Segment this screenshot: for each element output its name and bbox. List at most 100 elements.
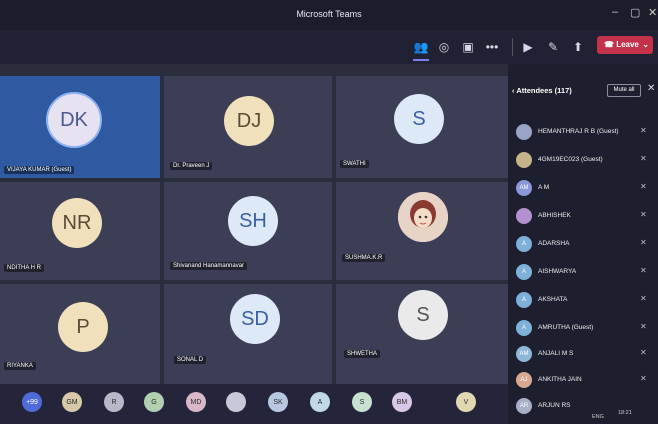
attendee-row[interactable]: ABHISHEK ✕: [516, 208, 658, 226]
participant-chip[interactable]: V: [456, 392, 476, 412]
participant-chip[interactable]: [226, 392, 246, 412]
video-grid: DK VIJAYA KUMAR (Guest) DJ Dr. Praveen J…: [0, 64, 508, 384]
mic-icon[interactable]: ✎: [545, 39, 561, 55]
chat-icon[interactable]: ◎: [436, 39, 452, 55]
mic-muted-icon: ✕: [640, 322, 647, 331]
attendee-name: ANJALI M S: [538, 350, 574, 357]
attendee-avatar: AM: [516, 346, 532, 362]
attendee-row[interactable]: A AISHWARYA ✕: [516, 264, 658, 282]
video-tile[interactable]: S SWATHI: [336, 76, 508, 178]
toolbar-divider: [512, 38, 513, 56]
attendee-row[interactable]: A ADARSHA ✕: [516, 236, 658, 254]
mic-muted-icon: ✕: [640, 266, 647, 275]
avatar-cartoon-icon: [398, 192, 448, 242]
attendee-avatar: A: [516, 292, 532, 308]
share-screen-icon[interactable]: ⬆: [570, 39, 586, 55]
participant-name: SUSHMA.K.R: [342, 254, 386, 262]
attendee-avatar: [516, 208, 532, 224]
mic-muted-icon: ✕: [640, 210, 647, 219]
language-indicator: ENG: [592, 414, 604, 420]
mic-muted-icon: ✕: [640, 182, 647, 191]
camera-icon[interactable]: ▶: [520, 39, 536, 55]
attendee-row[interactable]: 4GM19EC023 (Guest) ✕: [516, 152, 658, 170]
avatar: S: [398, 290, 448, 340]
attendee-name: ANKITHA JAIN: [538, 376, 582, 383]
mic-muted-icon: ✕: [640, 294, 647, 303]
maximize-icon[interactable]: ▢: [630, 6, 640, 19]
attendee-avatar: A: [516, 236, 532, 252]
attendee-name: ADARSHA: [538, 240, 570, 247]
participant-chip[interactable]: BM: [392, 392, 412, 412]
participant-chip[interactable]: S: [352, 392, 372, 412]
participant-chip[interactable]: G: [144, 392, 164, 412]
close-window-icon[interactable]: ✕: [648, 6, 657, 19]
avatar: SD: [230, 294, 280, 344]
attendees-title: Attendees (117): [516, 86, 572, 95]
attendee-name: AISHWARYA: [538, 268, 577, 275]
attendee-row[interactable]: HEMANTHRAJ R B (Guest) ✕: [516, 124, 658, 142]
attendee-row[interactable]: AJ ANKITHA JAIN ✕: [516, 372, 658, 390]
window-title: Microsoft Teams: [296, 9, 362, 19]
attendee-name: A M: [538, 184, 550, 191]
video-tile[interactable]: DJ Dr. Praveen J: [164, 76, 332, 178]
attendee-avatar: A: [516, 264, 532, 280]
phone-icon: ☎: [604, 40, 617, 49]
video-tile[interactable]: SH Shivanand Hanamannavar: [164, 182, 332, 280]
minimize-icon[interactable]: –: [612, 6, 618, 18]
people-icon[interactable]: 👥: [413, 39, 429, 55]
participant-chip[interactable]: SK: [268, 392, 288, 412]
attendee-row[interactable]: AR ARJUN RS: [516, 398, 658, 414]
more-participants-button[interactable]: +99: [22, 392, 42, 412]
video-tile[interactable]: SUSHMA.K.R: [336, 182, 508, 280]
attendee-row[interactable]: AM ANJALI M S ✕: [516, 346, 658, 364]
avatar: DK: [46, 92, 102, 148]
attendee-name: 4GM19EC023 (Guest): [538, 156, 603, 163]
mic-muted-icon: ✕: [640, 348, 647, 357]
attendee-row[interactable]: A AKSHATA ✕: [516, 292, 658, 310]
video-tile[interactable]: NR NDITHA H R: [0, 182, 160, 280]
attendee-name: AKSHATA: [538, 296, 568, 303]
attendee-name: AMRUTHA (Guest): [538, 324, 594, 331]
mic-muted-icon: ✕: [640, 238, 647, 247]
mute-all-button[interactable]: Mute all: [607, 84, 641, 97]
participant-name: VIJAYA KUMAR (Guest): [4, 166, 75, 174]
participant-name: SONAL D: [174, 356, 207, 364]
participant-chip[interactable]: A: [310, 392, 330, 412]
participant-chip[interactable]: GM: [62, 392, 82, 412]
clock: 18:21: [618, 410, 632, 416]
avatar: NR: [52, 198, 102, 248]
attendee-row[interactable]: A AMRUTHA (Guest) ✕: [516, 320, 658, 338]
more-icon[interactable]: •••: [484, 39, 500, 55]
video-tile[interactable]: P RIYANKA: [0, 284, 160, 384]
attendee-avatar: [516, 152, 532, 168]
share-icon[interactable]: ▣: [460, 39, 476, 55]
taskbar: ENG 18:21: [518, 410, 658, 424]
mic-muted-icon: ✕: [640, 126, 647, 135]
attendees-header: ‹ Attendees (117): [512, 86, 572, 95]
video-tile[interactable]: SD SONAL D: [164, 284, 332, 384]
avatar: P: [58, 302, 108, 352]
attendee-name: HEMANTHRAJ R B (Guest): [538, 128, 619, 135]
attendee-avatar: [516, 124, 532, 140]
participant-name: SWATHI: [340, 160, 369, 168]
leave-button[interactable]: ☎ Leave ⌄: [597, 36, 653, 54]
close-panel-icon[interactable]: ✕: [647, 83, 655, 94]
leave-label: Leave: [616, 40, 639, 49]
attendee-row[interactable]: AM A M ✕: [516, 180, 658, 198]
attendee-avatar: A: [516, 320, 532, 336]
chevron-down-icon[interactable]: ⌄: [642, 36, 649, 54]
avatar: S: [394, 94, 444, 144]
avatar: SH: [228, 196, 278, 246]
video-tile[interactable]: DK VIJAYA KUMAR (Guest): [0, 76, 160, 178]
video-tile[interactable]: S SHWETHA: [336, 284, 508, 384]
participant-name: SHWETHA: [344, 350, 380, 358]
attendee-avatar: AM: [516, 180, 532, 196]
participant-chip[interactable]: MD: [186, 392, 206, 412]
participant-chip[interactable]: R: [104, 392, 124, 412]
mic-muted-icon: ✕: [640, 154, 647, 163]
overflow-participants-strip: +99 GM R G MD SK A S BM V: [0, 384, 508, 424]
attendee-avatar: AJ: [516, 372, 532, 388]
title-bar: Microsoft Teams – ▢ ✕: [0, 0, 658, 30]
participant-name: Shivanand Hanamannavar: [170, 262, 248, 270]
participant-name: RIYANKA: [4, 362, 36, 370]
